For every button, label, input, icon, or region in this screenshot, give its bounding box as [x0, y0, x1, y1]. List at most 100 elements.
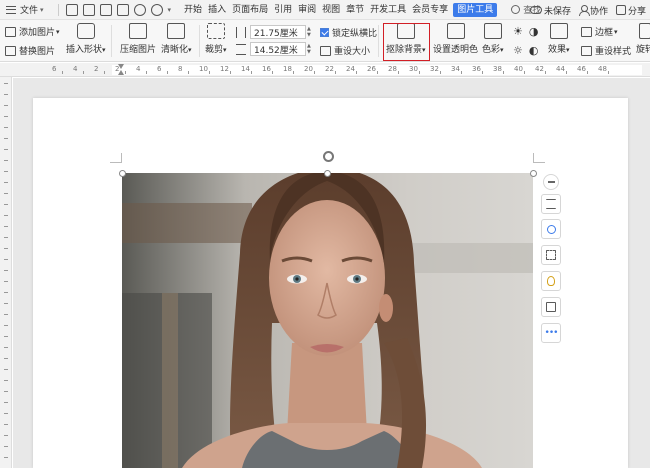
- tab-developer[interactable]: 开发工具: [367, 0, 409, 20]
- width-control: ▲▼: [236, 25, 311, 39]
- ruler-tick: [4, 402, 8, 403]
- save-icon[interactable]: [65, 3, 78, 16]
- sharpen-icon: [167, 23, 186, 39]
- resize-handle-top[interactable]: [324, 170, 331, 177]
- brightness-down-icon[interactable]: ☼: [513, 44, 523, 57]
- ruler-tick: [4, 435, 8, 436]
- ruler-number: 6: [157, 65, 162, 73]
- tab-member[interactable]: 会员专享: [409, 0, 451, 20]
- more-icon[interactable]: •••: [541, 323, 561, 343]
- ruler-tick: [4, 248, 8, 249]
- rotate-handle[interactable]: [323, 151, 334, 162]
- add-picture-button[interactable]: 添加图片 ▾: [5, 25, 60, 38]
- tab-review[interactable]: 审阅: [295, 0, 319, 20]
- tab-references[interactable]: 引用: [271, 0, 295, 20]
- text-wrap-icon[interactable]: [541, 194, 561, 214]
- collab-button[interactable]: 协作: [578, 4, 608, 17]
- ruler-tick: [4, 215, 8, 216]
- ruler-tick: [4, 270, 8, 271]
- chevron-down-icon: ▾: [188, 46, 192, 54]
- contrast-icon[interactable]: ◑: [529, 25, 539, 38]
- tab-picture-tools[interactable]: 图片工具: [453, 2, 498, 17]
- ruler-tick: [251, 71, 252, 74]
- share-button[interactable]: 分享: [615, 4, 646, 17]
- replace-picture-label: 替换图片: [19, 47, 56, 57]
- ruler-number: 14: [241, 65, 250, 73]
- ruler-tick: [4, 204, 8, 205]
- border-button[interactable]: 边框 ▾: [581, 25, 618, 38]
- sharpen-label: 清晰化: [161, 45, 189, 55]
- ruler-number: 16: [262, 65, 271, 73]
- contrast-down-icon[interactable]: ◐: [529, 44, 539, 57]
- border-icon: [581, 26, 592, 37]
- insert-shape-button[interactable]: 插入形状▾: [66, 23, 106, 55]
- effects-button[interactable]: 效果▾: [548, 23, 570, 55]
- ruler-number: 2: [94, 65, 99, 73]
- customize-icon[interactable]: ▾: [168, 6, 172, 14]
- undo-icon[interactable]: [133, 3, 146, 16]
- ribbon-tabs: 开始 插入 页面布局 引用 审阅 视图 章节 开发工具 会员专享 图片工具: [181, 0, 499, 20]
- tab-chapter[interactable]: 章节: [343, 0, 367, 20]
- horizontal-ruler[interactable]: 6 4 2 2 4 6 8 10 12 14 16 18 20 22 24 26 28 30 32 34 36 38 40 4…: [0, 63, 650, 77]
- adjust-buttons: ☀ ◑: [513, 25, 538, 38]
- chevron-down-icon: ▾: [566, 46, 570, 54]
- print-icon[interactable]: [99, 3, 112, 16]
- right-actions: 未保存 协作 分享: [529, 0, 646, 20]
- ruler-number: 12: [220, 65, 229, 73]
- picture-icon[interactable]: [541, 297, 561, 317]
- reset-style-button[interactable]: 重设样式: [581, 44, 631, 57]
- chevron-down-icon: ▾: [223, 46, 227, 54]
- rotate-icon: [639, 23, 650, 39]
- vertical-ruler[interactable]: [0, 77, 12, 468]
- tab-page-layout[interactable]: 页面布局: [229, 0, 271, 20]
- height-input[interactable]: [250, 42, 306, 56]
- share-label: 分享: [627, 6, 646, 17]
- rotate-button[interactable]: 旋转: [636, 23, 650, 55]
- resize-handle-top-left[interactable]: [119, 170, 126, 177]
- replace-picture-icon: [5, 45, 16, 56]
- tab-view[interactable]: 视图: [319, 0, 343, 20]
- crop-icon[interactable]: [541, 245, 561, 265]
- crop-label: 裁剪: [205, 45, 224, 55]
- ruler-tick: [125, 71, 126, 74]
- color-button[interactable]: 色彩▾: [482, 23, 504, 55]
- reset-size-label: 重设大小: [334, 47, 371, 57]
- ruler-tick: [524, 71, 525, 74]
- height-stepper[interactable]: ▲ ▼: [307, 43, 311, 55]
- tab-home[interactable]: 开始: [181, 0, 205, 20]
- width-input[interactable]: [250, 25, 306, 39]
- set-transparent-button[interactable]: 设置透明色: [433, 23, 478, 55]
- chevron-down-icon: ▾: [500, 46, 504, 54]
- file-menu-label: 文件: [20, 6, 39, 16]
- zoom-icon[interactable]: [541, 219, 561, 239]
- tab-insert[interactable]: 插入: [205, 0, 229, 20]
- quick-access-toolbar: ▾: [56, 3, 172, 16]
- resize-handle-top-right[interactable]: [530, 170, 537, 177]
- export-icon[interactable]: [82, 3, 95, 16]
- width-stepper[interactable]: ▲ ▼: [307, 26, 311, 38]
- reset-style-label: 重设样式: [595, 47, 632, 57]
- lock-ratio-checkbox[interactable]: 锁定纵横比: [320, 26, 377, 39]
- ruler-tick: [83, 71, 84, 74]
- reset-size-button[interactable]: 重设大小: [320, 44, 370, 57]
- redo-icon[interactable]: [150, 3, 163, 16]
- idea-icon[interactable]: [541, 271, 561, 291]
- ruler-tick: [4, 127, 8, 128]
- preview-icon[interactable]: [116, 3, 129, 16]
- unsaved-button[interactable]: 未保存: [529, 4, 571, 17]
- color-label: 色彩: [482, 45, 501, 55]
- file-menu[interactable]: 文件 ▾: [6, 3, 44, 16]
- ruler-tick: [167, 71, 168, 74]
- crop-button[interactable]: 裁剪▾: [205, 23, 227, 55]
- unsaved-label: 未保存: [543, 6, 571, 17]
- hamburger-icon: [6, 5, 16, 14]
- ruler-tick: [314, 71, 315, 74]
- adjust-buttons-2: ☼ ◐: [513, 44, 538, 57]
- replace-picture-button[interactable]: 替换图片: [5, 44, 55, 57]
- portrait-photo[interactable]: [122, 173, 533, 468]
- sharpen-button[interactable]: 清晰化▾: [161, 23, 192, 55]
- ruler-tick: [4, 193, 8, 194]
- brightness-icon[interactable]: ☀: [513, 25, 523, 38]
- compress-picture-button[interactable]: 压缩图片: [120, 23, 156, 55]
- collapse-icon[interactable]: [543, 174, 559, 190]
